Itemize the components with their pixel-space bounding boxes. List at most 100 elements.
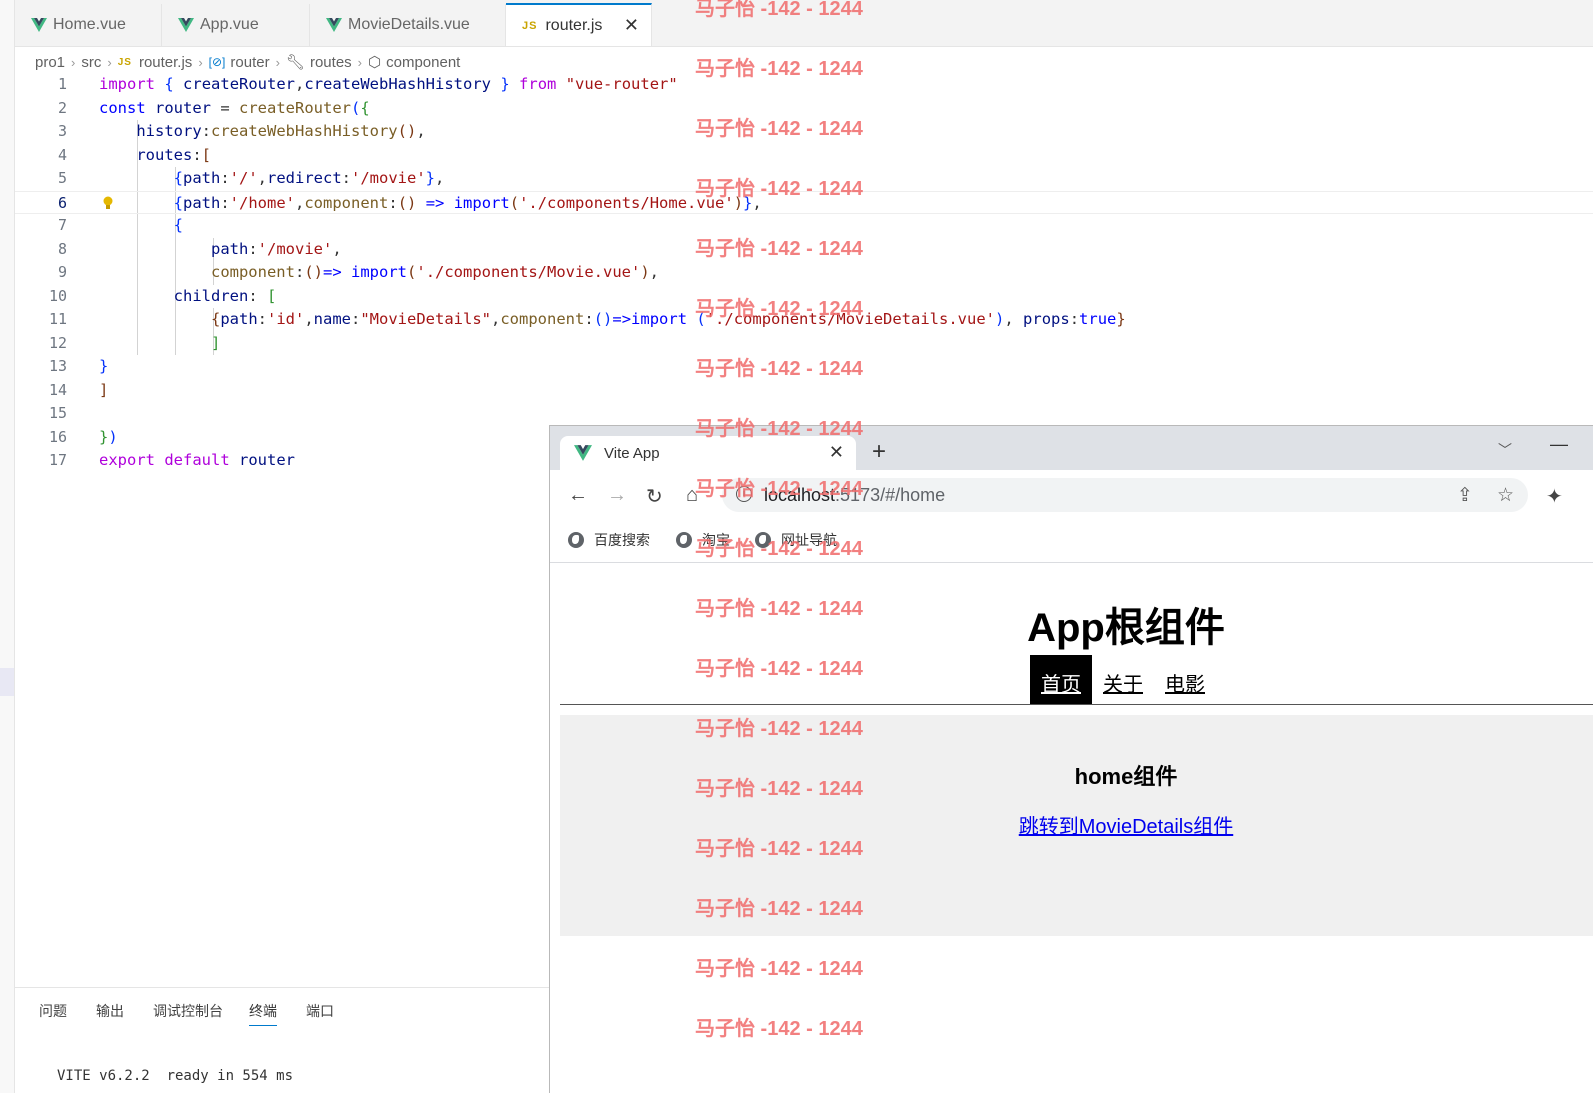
bookmark-taobao[interactable]: 淘宝 (676, 530, 730, 550)
tab-home-vue[interactable]: Home.vue (15, 4, 162, 46)
code-token: ( (407, 263, 417, 281)
code-token: } (99, 427, 109, 446)
home-icon[interactable]: ⌂ (686, 484, 698, 507)
code-line[interactable]: 9 component:()=> import('./components/Mo… (15, 261, 1593, 285)
close-icon[interactable]: ✕ (624, 15, 639, 36)
url-text[interactable]: localhost:5173/#/home (764, 485, 945, 506)
tab-label: Home.vue (53, 16, 126, 33)
breadcrumb-item[interactable]: router.js (139, 54, 192, 71)
moviedetails-link[interactable]: 跳转到MovieDetails组件 (560, 810, 1593, 839)
code-token: : (192, 145, 202, 164)
back-icon[interactable]: ← (568, 484, 588, 507)
browser-tab[interactable]: Vite App ✕ (560, 436, 856, 470)
code-token: { (173, 193, 183, 212)
code-token: createWebHashHistory (211, 122, 398, 140)
code-token: , (295, 75, 305, 93)
chevron-right-icon: › (198, 54, 203, 70)
code-token: , (435, 169, 445, 187)
forward-icon[interactable]: → (607, 484, 627, 507)
code-token: createWebHashHistory (304, 75, 491, 93)
panel-tab-debug-console[interactable]: 调试控制台 (153, 1001, 223, 1021)
code-token: , (295, 193, 305, 212)
code-text: {path:'id',name:"MovieDetails",component… (99, 308, 1126, 332)
code-line[interactable]: 15 (15, 402, 1593, 426)
code-token: './components/MovieDetails.vue' (705, 310, 996, 328)
panel-tab-terminal[interactable]: 终端 (249, 1001, 277, 1026)
vue-icon (31, 18, 47, 32)
extensions-icon[interactable]: ✦ (1546, 484, 1563, 509)
code-line[interactable]: 2 const router = createRouter({ (15, 97, 1593, 121)
close-icon[interactable]: ✕ (829, 442, 844, 463)
code-token: createRouter (239, 98, 351, 117)
bookmarks-bar: 百度搜索 淘宝 网址导航 (550, 520, 1593, 563)
code-line[interactable]: 4 routes:[ (15, 143, 1593, 167)
breadcrumb: pro1 › src › JS router.js › [⊘] router › 🔧︎ rou… (35, 51, 460, 73)
code-line[interactable]: 10 children: [ (15, 284, 1593, 308)
code-token: : (584, 310, 594, 328)
breadcrumb-item[interactable]: pro1 (35, 54, 65, 71)
plus-icon[interactable]: + (872, 440, 886, 464)
code-line[interactable]: 13} (15, 355, 1593, 379)
code-token: path (183, 169, 221, 187)
code-line[interactable]: 12 ] (15, 331, 1593, 356)
code-token: component (500, 310, 585, 328)
tab-router-js[interactable]: JS router.js ✕ (506, 3, 652, 46)
browser-toolbar: ← → ↻ ⌂ i localhost:5173/#/home ⇪ ☆ ✦ (550, 470, 1593, 520)
info-icon[interactable]: i (736, 486, 752, 502)
panel-tab-ports[interactable]: 端口 (306, 1001, 334, 1021)
code-text: {path:'/home',component:() => import('./… (99, 192, 762, 216)
code-token: router (239, 451, 296, 469)
code-line[interactable]: 1 import { createRouter,createWebHashHist… (15, 73, 1593, 97)
nav-link-about[interactable]: 关于 (1092, 655, 1154, 705)
code-line[interactable]: 11 {path:'id',name:"MovieDetails",compon… (15, 308, 1593, 332)
code-text: ] (99, 379, 108, 403)
share-icon[interactable]: ⇪ (1457, 484, 1473, 507)
code-editor[interactable]: 1 import { createRouter,createWebHashHist… (15, 73, 1593, 473)
code-line[interactable]: 6 {path:'/home',component:() => import('… (15, 190, 1593, 216)
panel-tab-problems[interactable]: 问题 (39, 1001, 67, 1021)
reload-icon[interactable]: ↻ (646, 484, 663, 509)
star-icon[interactable]: ☆ (1497, 484, 1514, 507)
tab-moviedetails-vue[interactable]: MovieDetails.vue (310, 4, 506, 46)
line-number: 5 (57, 169, 67, 187)
nav-link-movie[interactable]: 电影 (1154, 655, 1216, 705)
line-number: 12 (48, 333, 67, 352)
code-token: props (1023, 310, 1070, 328)
wrench-icon: 🔧︎ (285, 54, 305, 71)
bookmark-baidu[interactable]: 百度搜索 (568, 530, 650, 550)
code-line[interactable]: 7 { (15, 214, 1593, 238)
code-line[interactable]: 5 {path:'/',redirect:'/movie'}, (15, 167, 1593, 191)
chevron-right-icon: › (107, 54, 112, 70)
tab-app-vue[interactable]: App.vue (162, 4, 310, 46)
breadcrumb-item[interactable]: src (81, 54, 101, 71)
line-number: 4 (57, 145, 67, 164)
code-token: ( (696, 310, 706, 328)
code-line[interactable]: 14] (15, 379, 1593, 403)
nav-link-home[interactable]: 首页 (1030, 655, 1092, 705)
code-text: ] (99, 332, 220, 356)
panel-tab-output[interactable]: 输出 (96, 1001, 124, 1021)
code-token: : (248, 286, 267, 305)
breadcrumb-item[interactable]: router (230, 54, 269, 71)
chevron-down-icon[interactable]: ﹀ (1498, 440, 1512, 460)
code-line[interactable]: 3 history:createWebHashHistory(), (15, 120, 1593, 144)
code-token: () (397, 122, 417, 140)
variable-icon: [⊘] (208, 55, 226, 69)
code-token: redirect (267, 169, 342, 187)
address-bar[interactable]: i localhost:5173/#/home ⇪ ☆ (722, 478, 1528, 512)
code-token: = (211, 98, 240, 117)
code-token: export (99, 451, 155, 469)
code-token: './components/Home.vue' (519, 193, 734, 212)
breadcrumb-item[interactable]: component (386, 54, 460, 71)
breadcrumb-item[interactable]: routes (310, 54, 352, 71)
minimize-icon[interactable]: — (1550, 434, 1568, 455)
code-token: , (491, 310, 501, 328)
bookmark-nav[interactable]: 网址导航 (755, 530, 837, 550)
code-token: routes (136, 145, 193, 164)
code-line[interactable]: 8 path:'/movie', (15, 237, 1593, 261)
